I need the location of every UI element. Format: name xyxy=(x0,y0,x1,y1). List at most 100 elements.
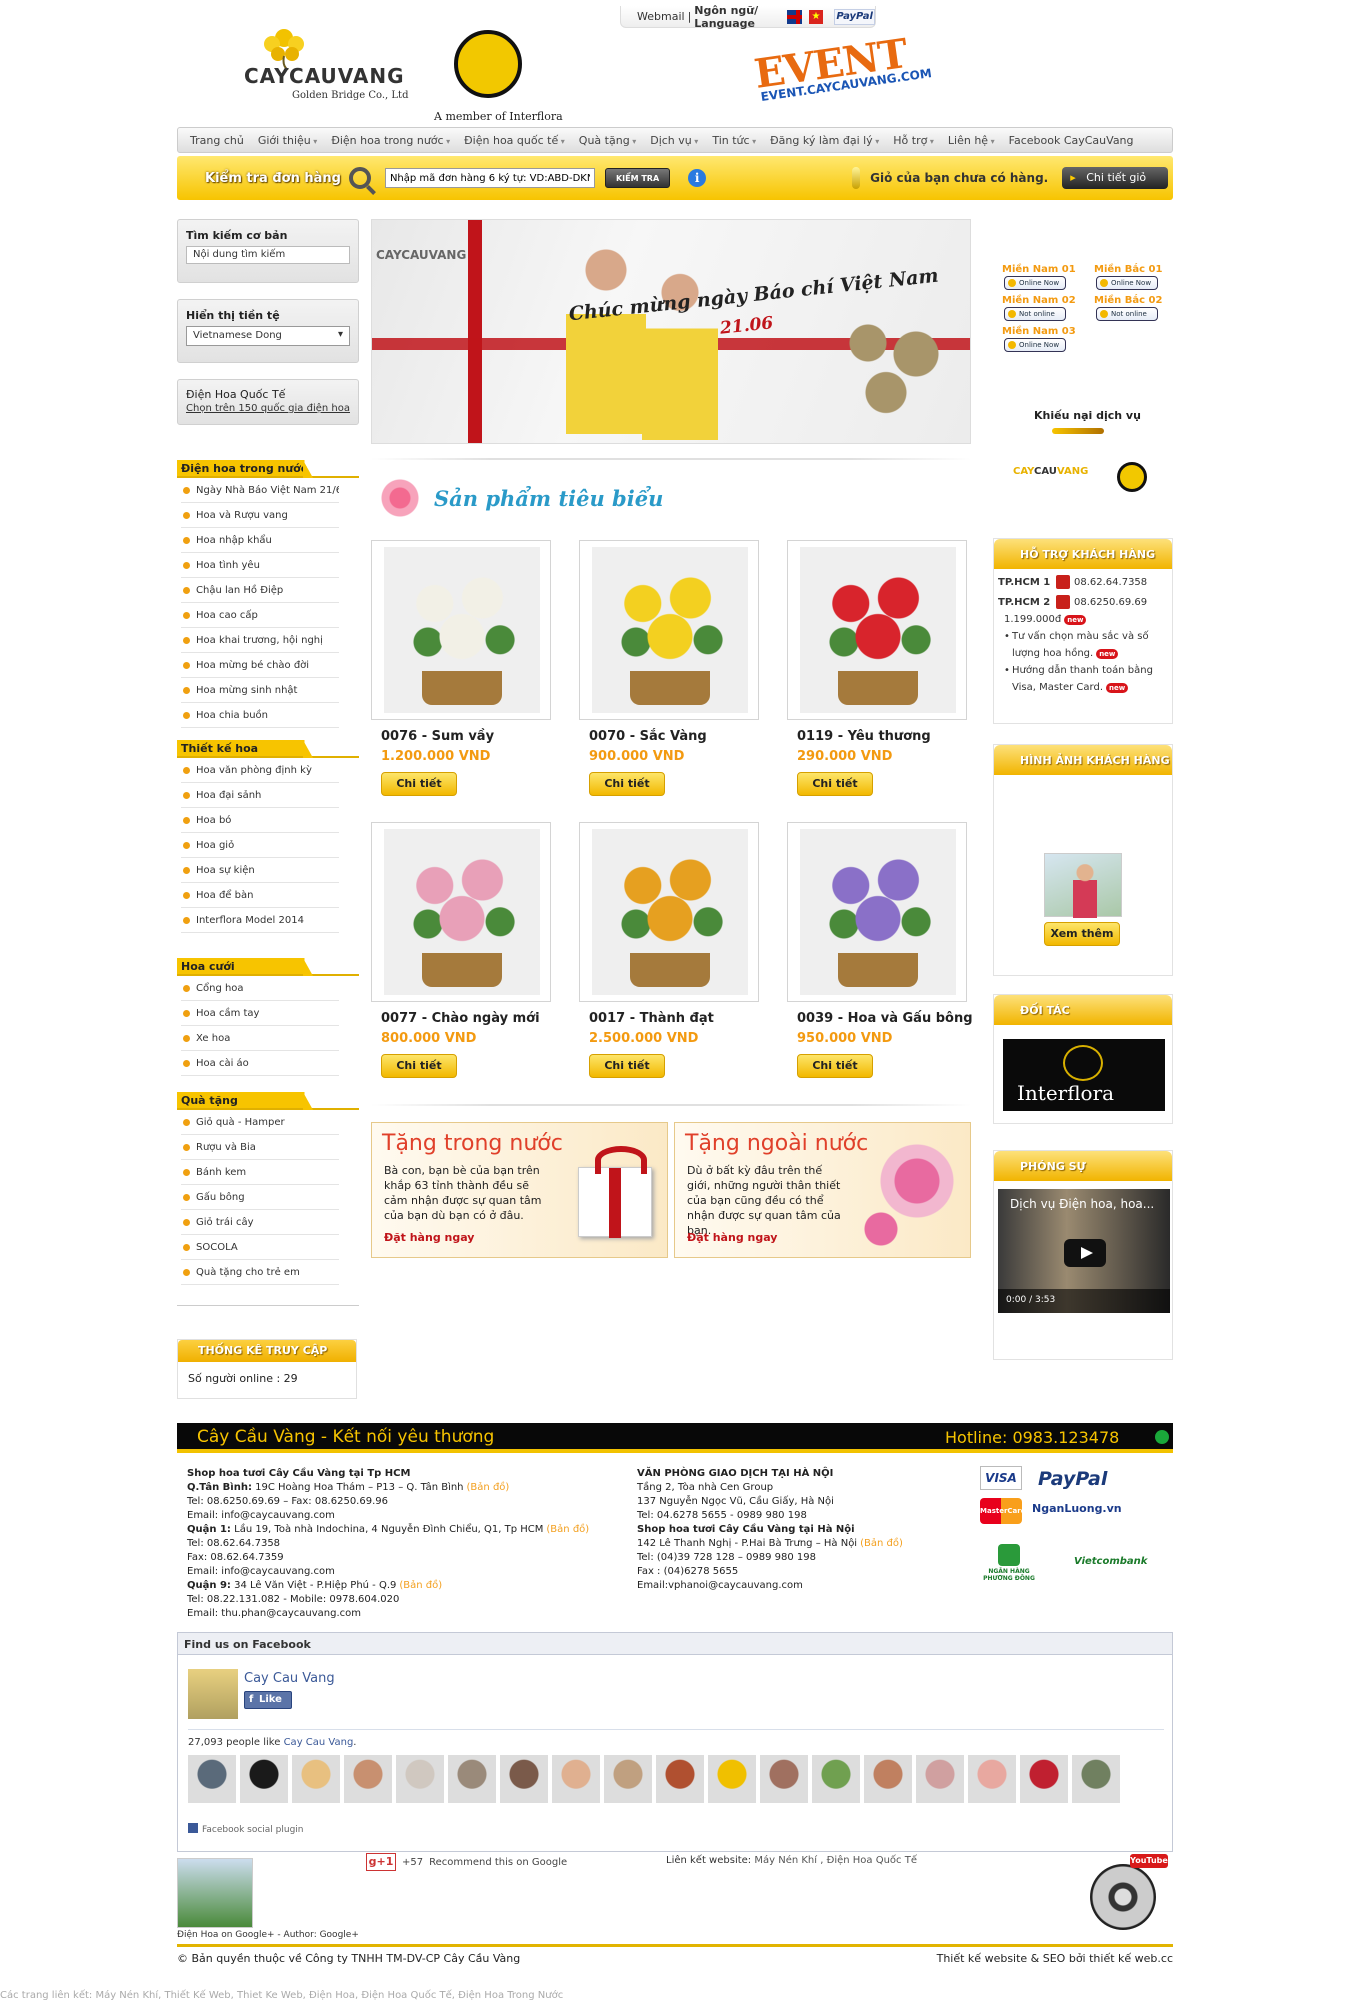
facebook-fan-avatar[interactable] xyxy=(968,1755,1016,1803)
map-link[interactable]: (Bản đồ) xyxy=(467,1482,510,1493)
category-item[interactable]: Hoa sự kiện xyxy=(181,858,339,883)
interflora-logo[interactable]: A member of Interflora xyxy=(434,30,564,126)
category-item[interactable]: Giỏ trái cây xyxy=(181,1210,339,1235)
category-item[interactable]: Hoa tình yêu xyxy=(181,553,339,578)
video-player[interactable]: Dịch vụ Điện hoa, hoa... 0:00 / 3:53 xyxy=(998,1189,1170,1313)
support-agent[interactable]: Miền Nam 01 Online Now xyxy=(1002,264,1076,290)
support-agent[interactable]: Miền Bắc 02 Not online xyxy=(1094,295,1162,321)
event-logo[interactable]: EVENT EVENT.CAYCAUVANG.COM xyxy=(752,30,933,120)
category-item[interactable]: Hoa và Rượu vang xyxy=(181,503,339,528)
webmail-link[interactable]: Webmail xyxy=(637,10,685,23)
product-image[interactable] xyxy=(371,540,551,720)
vn-flag-icon[interactable]: ★ xyxy=(808,9,824,24)
product-name[interactable]: 0017 - Thành đạt xyxy=(589,1011,759,1026)
facebook-fan-avatar[interactable] xyxy=(448,1755,496,1803)
nav-item[interactable]: Tin tức xyxy=(712,134,756,147)
info-icon[interactable]: i xyxy=(688,169,707,187)
facebook-fan-avatar[interactable] xyxy=(1072,1755,1120,1803)
product-name[interactable]: 0077 - Chào ngày mới xyxy=(381,1011,551,1026)
support-status-badge[interactable]: Not online xyxy=(1096,307,1158,321)
facebook-fan-avatar[interactable] xyxy=(344,1755,392,1803)
nav-item[interactable]: Điện hoa quốc tế xyxy=(464,134,565,147)
facebook-fan-avatar[interactable] xyxy=(604,1755,652,1803)
support-agent[interactable]: Miền Nam 03 Online Now xyxy=(1002,326,1076,352)
intl-flower-link[interactable]: Chọn trên 150 quốc gia điện hoa xyxy=(178,403,358,414)
product-detail-button[interactable]: Chi tiết xyxy=(381,772,457,796)
google-plus-button[interactable]: g+1 xyxy=(366,1853,396,1871)
hotline-number[interactable]: 08.62.64.7358 xyxy=(1074,577,1147,588)
product-name[interactable]: 0076 - Sum vầy xyxy=(381,729,551,744)
facebook-fan-avatar[interactable] xyxy=(708,1755,756,1803)
facebook-fan-avatar[interactable] xyxy=(760,1755,808,1803)
category-item[interactable]: Rượu và Bia xyxy=(181,1135,339,1160)
facebook-fan-avatar[interactable] xyxy=(916,1755,964,1803)
support-item[interactable]: Hướng dẫn thanh toán bằng Visa, Master C… xyxy=(1004,662,1168,696)
facebook-like-button[interactable]: Like xyxy=(244,1691,292,1709)
facebook-fan-avatar[interactable] xyxy=(188,1755,236,1803)
category-item[interactable]: Hoa văn phòng định kỳ xyxy=(181,758,339,783)
category-item[interactable]: Hoa để bàn xyxy=(181,883,339,908)
category-item[interactable]: Hoa chia buồn xyxy=(181,703,339,728)
hotline-number[interactable]: 08.6250.69.69 xyxy=(1074,597,1147,608)
category-item[interactable]: Interflora Model 2014 xyxy=(181,908,339,933)
uk-flag-icon[interactable] xyxy=(786,9,802,24)
category-item[interactable]: Hoa cầm tay xyxy=(181,1001,339,1026)
category-item[interactable]: Gấu bông xyxy=(181,1185,339,1210)
nav-item[interactable]: Điện hoa trong nước xyxy=(331,134,450,147)
nav-item[interactable]: Hỗ trợ xyxy=(893,134,934,147)
nav-item[interactable]: Facebook CayCauVang xyxy=(1009,134,1134,147)
product-image[interactable] xyxy=(579,540,759,720)
facebook-fan-avatar[interactable] xyxy=(812,1755,860,1803)
category-item[interactable]: Giỏ quà - Hamper xyxy=(181,1110,339,1135)
support-status-badge[interactable]: Online Now xyxy=(1004,338,1066,352)
order-code-input[interactable] xyxy=(384,168,595,188)
nav-item[interactable]: Giới thiệu xyxy=(258,134,318,147)
complaint-link[interactable]: Khiếu nại dịch vụ xyxy=(1034,409,1141,422)
support-agent[interactable]: Miền Nam 02 Not online xyxy=(1002,295,1076,321)
category-item[interactable]: Bánh kem xyxy=(181,1160,339,1185)
product-image[interactable] xyxy=(579,822,759,1002)
category-item[interactable]: Quà tặng cho trẻ em xyxy=(181,1260,339,1285)
facebook-fan-avatar[interactable] xyxy=(292,1755,340,1803)
facebook-fan-avatar[interactable] xyxy=(552,1755,600,1803)
nav-item[interactable]: Đăng ký làm đại lý xyxy=(770,134,879,147)
support-item[interactable]: Tư vấn chọn màu sắc và số lượng hoa hồng… xyxy=(1004,628,1168,662)
video-controls[interactable]: 0:00 / 3:53 xyxy=(998,1289,1170,1313)
support-status-badge[interactable]: Online Now xyxy=(1004,276,1066,290)
product-detail-button[interactable]: Chi tiết xyxy=(797,772,873,796)
category-item[interactable]: Hoa nhập khẩu xyxy=(181,528,339,553)
category-item[interactable]: Hoa giỏ xyxy=(181,833,339,858)
support-agent[interactable]: Miền Bắc 01 Online Now xyxy=(1094,264,1162,290)
category-item[interactable]: Hoa mừng bé chào đời xyxy=(181,653,339,678)
search-input[interactable]: Nội dung tìm kiếm xyxy=(186,246,350,264)
caycauvang-logo[interactable]: CAYCAUVANG Golden Bridge Co., Ltd xyxy=(240,26,418,101)
facebook-page-name[interactable]: Cay Cau Vang xyxy=(244,1671,335,1686)
scroll-up-icon[interactable] xyxy=(1155,1430,1169,1444)
map-link[interactable]: (Bản đồ) xyxy=(546,1524,589,1535)
category-item[interactable]: Hoa đại sảnh xyxy=(181,783,339,808)
nav-item[interactable]: Quà tặng xyxy=(579,134,636,147)
check-order-button[interactable]: KIỂM TRA xyxy=(604,168,671,188)
facebook-fan-avatar[interactable] xyxy=(396,1755,444,1803)
product-detail-button[interactable]: Chi tiết xyxy=(589,1054,665,1078)
product-image[interactable] xyxy=(371,822,551,1002)
order-now-link[interactable]: Đặt hàng ngay xyxy=(384,1231,474,1244)
map-link[interactable]: (Bản đồ) xyxy=(399,1580,442,1591)
facebook-page-avatar[interactable] xyxy=(188,1669,238,1719)
product-detail-button[interactable]: Chi tiết xyxy=(589,772,665,796)
facebook-fan-avatar[interactable] xyxy=(240,1755,288,1803)
domestic-gift-banner[interactable]: Tặng trong nước Bà con, bạn bè của bạn tr… xyxy=(371,1122,668,1258)
product-detail-button[interactable]: Chi tiết xyxy=(381,1054,457,1078)
category-item[interactable]: Xe hoa xyxy=(181,1026,339,1051)
google-plus-thumbnail[interactable] xyxy=(177,1858,253,1928)
nav-item[interactable]: Trang chủ xyxy=(190,134,244,147)
category-item[interactable]: Cổng hoa xyxy=(181,976,339,1001)
links-value[interactable]: Máy Nén Khí , Điện Hoa Quốc Tế xyxy=(754,1855,917,1866)
product-detail-button[interactable]: Chi tiết xyxy=(797,1054,873,1078)
category-item[interactable]: Chậu lan Hồ Điệp xyxy=(181,578,339,603)
category-item[interactable]: Hoa bó xyxy=(181,808,339,833)
category-item[interactable]: Hoa khai trương, hội nghị xyxy=(181,628,339,653)
map-link[interactable]: (Bản đồ) xyxy=(860,1538,903,1549)
facebook-page-link[interactable]: Cay Cau Vang xyxy=(284,1737,354,1748)
order-now-link[interactable]: Đặt hàng ngay xyxy=(687,1231,777,1244)
